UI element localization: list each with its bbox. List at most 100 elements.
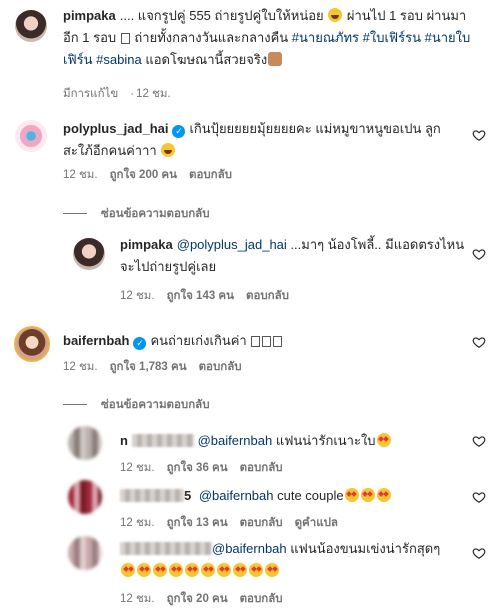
comment-meta-polyplus: 12 ชม. ถูกใจ 200 คน ตอบกลับ [63,166,244,184]
unsupported-glyph-icon [251,336,261,347]
divider-line [63,213,87,215]
username-pimpaka[interactable]: pimpaka [63,8,116,23]
like-count[interactable]: ถูกใจ 36 คน [167,462,228,474]
mention-link[interactable]: @polyplus_jad_hai [177,237,287,252]
reply-button[interactable]: ตอบกลับ [189,169,232,181]
star-struck-emoji-icon [376,488,391,502]
star-struck-emoji-icon [121,563,135,577]
star-struck-emoji-icon [201,563,215,577]
reply-button[interactable]: ตอบกลับ [240,593,283,605]
heart-outline-icon[interactable] [472,335,486,349]
timestamp[interactable]: 12 ชม. [120,290,155,302]
hashtag-link[interactable]: #ใบเฟิร์รน [363,30,421,45]
heart-outline-icon[interactable] [472,490,486,504]
username-polyplus-jad-hai[interactable]: polyplus_jad_hai [63,121,168,136]
reply-text: แฟนน่ารักเนาะใบ [272,433,376,448]
avatar-pimpaka[interactable] [15,10,47,42]
reply-text: แฟนน้องขนมเข่งน่ารักสุดๆ [286,541,441,556]
reply-body-2: 5 @baifernbah cute couple [120,485,465,507]
reply-meta: 12 ชม. ถูกใจ 36 คน ตอบกลับ [120,459,295,477]
star-struck-emoji-icon [344,488,359,502]
like-count[interactable]: ถูกใจ 143 คน [167,290,234,302]
reply-body-pimpaka: pimpaka @polyplus_jad_hai ...มาๆ น้องโพลี… [120,234,465,278]
avatar-baifernbah[interactable] [14,326,50,362]
unsupported-glyph-icon [273,336,283,347]
comment-body-baifernbah: baifernbah ✓ คนถ่ายเก่งเกินค่า [63,330,463,352]
like-count[interactable]: ถูกใจ 200 คน [110,169,177,181]
star-struck-emoji-icon [185,563,199,577]
comment-text-3: ถ่ายทั้งกลางวันและกลางคืน [130,30,292,45]
comment-text-1: .... แจกรูปคู่ 555 ถ่ายรูปคู่ใบให้หน่อย [119,8,328,23]
timestamp[interactable]: 12 ชม. [120,517,155,529]
redacted-username [131,434,194,447]
verified-badge-icon: ✓ [172,125,186,138]
laughing-emoji-icon [328,8,343,22]
reply-button[interactable]: ตอบกลับ [246,290,289,302]
hashtag-link[interactable]: #นายณภัทร [292,30,359,45]
hide-replies-toggle[interactable]: ซ่อนข้อความตอบกลับ [63,205,210,223]
avatar-pimpaka[interactable] [73,238,105,270]
mention-link[interactable]: @baifernbah [212,541,287,556]
laughing-emoji-icon [161,143,176,157]
avatar-polyplus-jad-hai[interactable] [15,120,47,152]
reply-meta: 12 ชม. ถูกใจ 13 คน ตอบกลับ ดูคำแปล [120,514,350,532]
thumbs-up-emoji-icon [268,52,283,66]
avatar-redacted[interactable] [68,536,102,570]
heart-outline-icon[interactable] [472,546,486,560]
comment-meta-baifernbah: 12 ชม. ถูกใจ 1,783 คน ตอบกลับ [63,358,254,376]
comment-meta-pimpaka: มีการแก้ไข · 12 ชม. [63,88,171,100]
star-struck-emoji-icon [169,563,183,577]
timestamp[interactable]: 12 ชม. [120,462,155,474]
reply-meta: 12 ชม. ถูกใจ 143 คน ตอบกลับ [120,287,301,305]
timestamp[interactable]: 12 ชม. [63,169,98,181]
username-baifernbah[interactable]: baifernbah [63,333,129,348]
comment-text: คนถ่ายเก่งเกินค่า [150,333,251,348]
unsupported-glyph-icon [262,336,272,347]
like-count[interactable]: ถูกใจ 1,783 คน [110,361,187,373]
redacted-username [120,542,212,555]
star-struck-emoji-icon [249,563,263,577]
star-struck-emoji-icon [360,488,375,502]
reply-body-3: @baifernbah แฟนน้องขนมเข่งน่ารักสุดๆ [120,538,465,582]
username-partial[interactable]: 5 [184,488,191,503]
reply-text: cute couple [273,488,344,503]
avatar-redacted[interactable] [68,426,102,460]
username-partial[interactable]: n [120,433,128,448]
comment-body-polyplus: polyplus_jad_hai ✓ เกินปุ้ยยยยยมุ้ยยยยคะ แ… [63,118,463,162]
heart-outline-icon[interactable] [472,434,486,448]
mention-link[interactable]: @baifernbah [198,433,273,448]
comment-body-pimpaka: pimpaka.... แจกรูปคู่ 555 ถ่ายรูปคู่ใบให… [63,5,473,71]
verified-badge-icon: ✓ [133,337,147,350]
timestamp[interactable]: 12 ชม. [120,593,155,605]
edited-label: มีการแก้ไข [63,88,119,100]
timestamp[interactable]: 12 ชม. [136,88,171,100]
comment-text-4: แอดโฆษณานี้สวยจริง [141,52,268,67]
hide-replies-label: ซ่อนข้อความตอบกลับ [101,208,210,220]
reply-button[interactable]: ตอบกลับ [240,462,283,474]
redacted-username [120,489,184,502]
reply-meta: 12 ชม. ถูกใจ 20 คน ตอบกลับ [120,590,295,608]
unsupported-glyph-icon [120,33,130,44]
username-pimpaka[interactable]: pimpaka [120,237,173,252]
reply-body-1: n @baifernbah แฟนน่ารักเนาะใบ [120,430,465,452]
star-struck-emoji-icon [265,563,279,577]
hide-replies-label: ซ่อนข้อความตอบกลับ [101,399,210,411]
reply-button[interactable]: ตอบกลับ [199,361,242,373]
star-struck-emoji-icon [137,563,151,577]
heart-outline-icon[interactable] [472,247,486,261]
heart-outline-icon[interactable] [472,128,486,142]
timestamp[interactable]: 12 ชม. [63,361,98,373]
star-struck-emoji-icon [217,563,231,577]
star-struck-emoji-icon [376,433,391,447]
star-struck-emoji-icon [233,563,247,577]
like-count[interactable]: ถูกใจ 13 คน [167,517,228,529]
avatar-redacted[interactable] [68,480,102,514]
star-struck-emoji-icon [153,563,167,577]
translate-button[interactable]: ดูคำแปล [295,517,338,529]
like-count[interactable]: ถูกใจ 20 คน [167,593,228,605]
mention-link[interactable]: @baifernbah [199,488,274,503]
reply-button[interactable]: ตอบกลับ [240,517,283,529]
hide-replies-toggle[interactable]: ซ่อนข้อความตอบกลับ [63,396,210,414]
hashtag-link[interactable]: #sabina [96,52,142,67]
divider-line [63,404,87,406]
